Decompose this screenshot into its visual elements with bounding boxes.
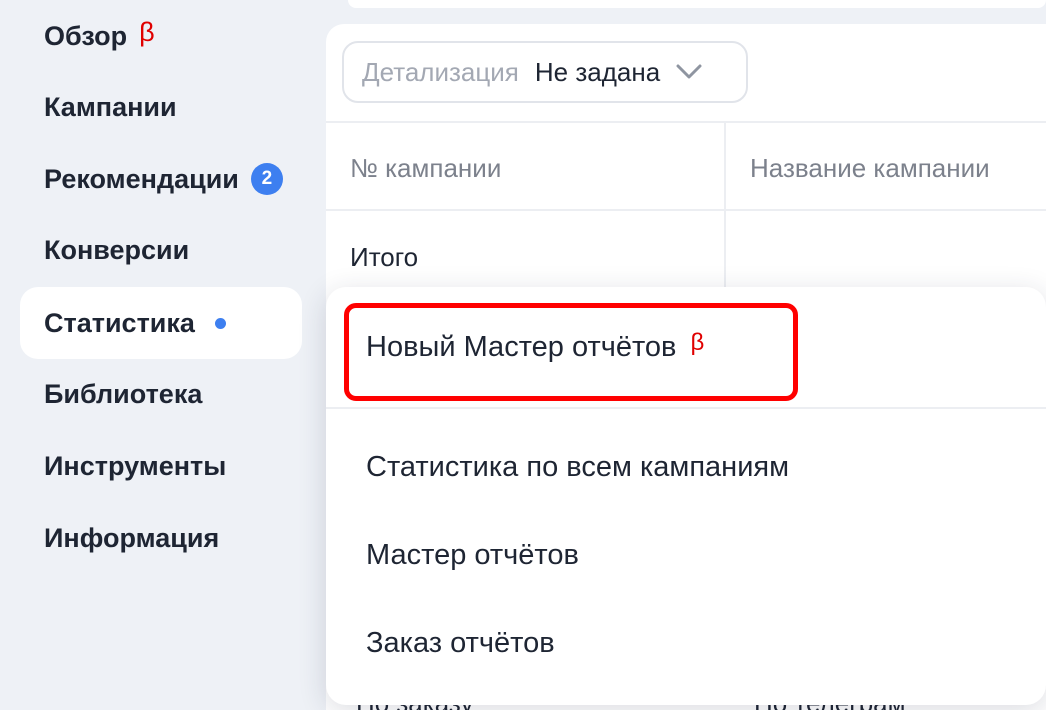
column-header-campaign-name[interactable]: Название кампании (750, 153, 990, 184)
sidebar-item-label: Статистика (44, 307, 195, 338)
sidebar-item-label: Конверсии (44, 234, 190, 265)
beta-mark: β (139, 16, 155, 47)
menu-item-label: Мастер отчётов (366, 539, 579, 571)
menu-item-new-report-wizard[interactable]: Новый Мастер отчётов β (366, 329, 705, 364)
sidebar-item-statistics[interactable]: Статистика (20, 287, 302, 359)
sidebar-item-campaigns[interactable]: Кампании (20, 71, 302, 143)
sidebar-item-label: Обзор (44, 20, 128, 51)
detail-select[interactable]: Детализация Не задана (342, 41, 748, 103)
menu-item-label: Новый Мастер отчётов (366, 331, 677, 363)
active-dot-icon (214, 317, 226, 329)
count-badge: 2 (250, 163, 283, 195)
sidebar-item-library[interactable]: Библиотека (20, 358, 302, 430)
total-row-label: Итого (350, 242, 419, 272)
detail-select-label: Детализация (362, 56, 519, 87)
menu-item-label: Статистика по всем кампаниям (366, 451, 790, 483)
sidebar-item-overview[interactable]: Обзор β (20, 0, 302, 72)
top-panel-edge (348, 0, 1046, 8)
sidebar-item-label: Библиотека (44, 378, 203, 409)
detail-select-value: Не задана (534, 56, 661, 87)
sidebar-item-label: Инструменты (44, 450, 227, 481)
menu-divider (326, 407, 1046, 409)
menu-item-report-wizard[interactable]: Мастер отчётов (366, 539, 579, 572)
beta-mark: β (690, 329, 705, 356)
table-header: № кампании Название кампании (326, 121, 1046, 211)
sidebar-item-recommendations[interactable]: Рекомендации 2 (20, 143, 302, 215)
menu-item-all-campaigns-statistics[interactable]: Статистика по всем кампаниям (366, 451, 789, 484)
statistics-dropdown-menu: Новый Мастер отчётов β Статистика по всем… (326, 287, 1046, 705)
sidebar-item-conversions[interactable]: Конверсии (20, 214, 302, 286)
sidebar-item-label: Информация (44, 522, 220, 553)
sidebar-item-label: Рекомендации (44, 163, 239, 194)
sidebar-item-label: Кампании (44, 91, 177, 122)
sidebar-item-tools[interactable]: Инструменты (20, 430, 302, 502)
column-divider (724, 121, 726, 311)
menu-item-label: Заказ отчётов (366, 627, 555, 659)
menu-item-order-reports[interactable]: Заказ отчётов (366, 627, 555, 660)
sidebar-item-information[interactable]: Информация (20, 502, 302, 574)
chevron-down-icon (676, 64, 702, 80)
sidebar: Обзор β Кампании Рекомендации 2 Конверси… (0, 0, 318, 710)
column-header-campaign-number[interactable]: № кампании (350, 153, 501, 184)
